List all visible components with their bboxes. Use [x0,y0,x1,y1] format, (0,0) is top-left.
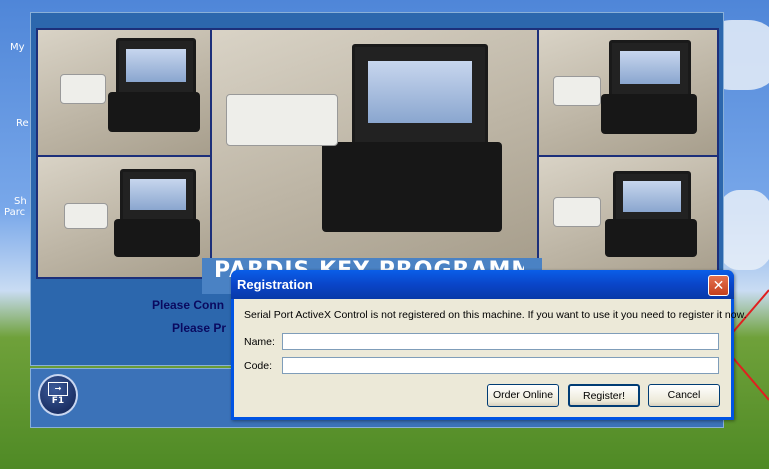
code-field[interactable] [282,357,719,374]
close-icon: ✕ [712,278,725,294]
close-button[interactable]: ✕ [708,275,729,296]
dialog-title: Registration [237,277,313,292]
cancel-button[interactable]: Cancel [648,384,720,407]
name-field[interactable] [282,333,719,350]
order-online-button[interactable]: Order Online [487,384,559,407]
name-label: Name: [244,336,275,348]
registration-dialog: Registration ✕ Serial Port ActiveX Contr… [231,270,747,420]
code-label: Code: [244,360,273,372]
dialog-title-bar[interactable]: Registration ✕ [231,270,734,299]
register-button[interactable]: Register! [568,384,640,407]
dialog-body: Serial Port ActiveX Control is not regis… [234,299,747,417]
registration-message: Serial Port ActiveX Control is not regis… [244,309,747,321]
